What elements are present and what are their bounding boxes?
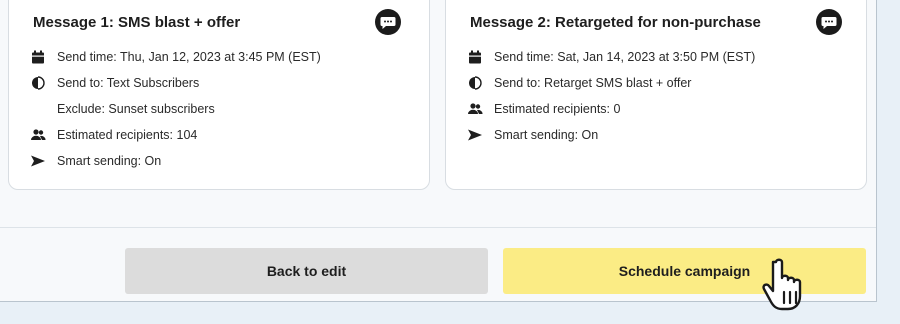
send-to-text: Send to: Text Subscribers <box>57 76 200 90</box>
send-to-row: Send to: Text Subscribers <box>29 73 199 93</box>
hand-pointer-cursor-icon <box>762 258 814 316</box>
message-card-1: Message 1: SMS blast + offer Send time: … <box>8 0 430 190</box>
calendar-icon <box>466 48 484 66</box>
send-time-text: Send time: Thu, Jan 12, 2023 at 3:45 PM … <box>57 50 321 64</box>
recipients-text: Estimated recipients: 0 <box>494 102 621 116</box>
send-time-row: Send time: Thu, Jan 12, 2023 at 3:45 PM … <box>29 47 321 67</box>
send-arrow-icon <box>29 152 47 170</box>
exclude-row: Exclude: Sunset subscribers <box>57 99 215 119</box>
message-title: Message 1: SMS blast + offer <box>33 14 241 31</box>
smart-sending-text: Smart sending: On <box>494 128 599 142</box>
contrast-icon <box>466 74 484 92</box>
calendar-icon <box>29 48 47 66</box>
message-title: Message 2: Retargeted for non-purchase <box>470 14 761 31</box>
recipients-row: Estimated recipients: 0 <box>466 99 620 119</box>
exclude-text: Exclude: Sunset subscribers <box>57 102 215 116</box>
contrast-icon <box>29 74 47 92</box>
recipients-text: Estimated recipients: 104 <box>57 128 198 142</box>
recipients-row: Estimated recipients: 104 <box>29 125 197 145</box>
people-icon <box>466 100 484 118</box>
send-time-text: Send time: Sat, Jan 14, 2023 at 3:50 PM … <box>494 50 756 64</box>
send-to-text: Send to: Retarget SMS blast + offer <box>494 76 692 90</box>
review-panel: Message 1: SMS blast + offer Send time: … <box>0 0 877 302</box>
smart-sending-row: Smart sending: On <box>466 125 598 145</box>
people-icon <box>29 126 47 144</box>
back-to-edit-button[interactable]: Back to edit <box>125 248 488 294</box>
chat-bubble-icon <box>816 9 842 35</box>
smart-sending-row: Smart sending: On <box>29 151 161 171</box>
footer-divider <box>0 227 876 228</box>
chat-bubble-icon <box>375 9 401 35</box>
send-arrow-icon <box>466 126 484 144</box>
smart-sending-text: Smart sending: On <box>57 154 162 168</box>
send-to-row: Send to: Retarget SMS blast + offer <box>466 73 691 93</box>
send-time-row: Send time: Sat, Jan 14, 2023 at 3:50 PM … <box>466 47 755 67</box>
message-card-2: Message 2: Retargeted for non-purchase S… <box>445 0 867 190</box>
